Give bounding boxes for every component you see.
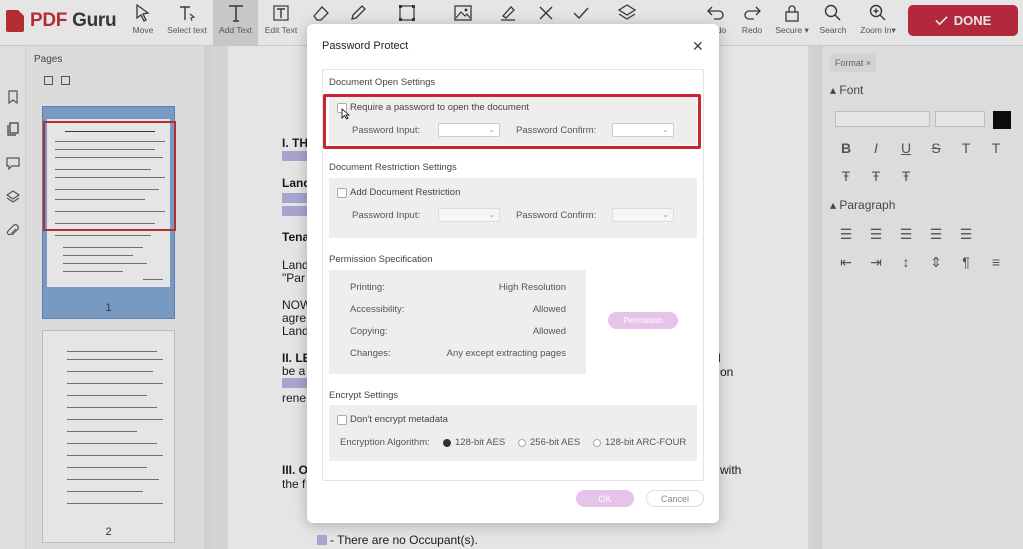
encrypt-settings-label: Encrypt Settings (329, 390, 399, 401)
aes256-radio[interactable] (518, 439, 526, 447)
chevron-down-icon: ⌄ (488, 210, 495, 219)
restriction-password-input[interactable]: ⌄ (438, 208, 500, 222)
permission-button-label: Permission (623, 316, 663, 325)
cancel-button[interactable]: Cancel (646, 490, 704, 507)
arcfour-radio[interactable] (593, 439, 601, 447)
password-protect-dialog: Password Protect ✕ Document Open Setting… (307, 24, 719, 523)
ok-label: OK (598, 493, 612, 504)
aes256-label: 256-bit AES (530, 437, 581, 448)
permission-row-value: Allowed (532, 326, 566, 337)
permission-row-name: Accessibility: (350, 304, 405, 315)
arcfour-label: 128-bit ARC-FOUR (605, 437, 687, 448)
ok-button[interactable]: OK (576, 490, 634, 507)
permission-row-value: Allowed (532, 304, 566, 315)
dont-encrypt-metadata-checkbox[interactable] (337, 415, 347, 425)
restriction-password-input-label: Password Input: (352, 210, 421, 221)
restriction-password-confirm-label: Password Confirm: (516, 210, 597, 221)
restriction-password-confirm-input[interactable]: ⌄ (612, 208, 674, 222)
dialog-title: Password Protect (322, 40, 409, 52)
permission-row-name: Copying: (350, 326, 388, 337)
highlight-frame (323, 94, 701, 149)
aes128-radio[interactable] (443, 439, 451, 447)
restriction-settings-label: Document Restriction Settings (329, 162, 457, 173)
encryption-algorithm-label: Encryption Algorithm: (340, 437, 430, 448)
permission-row-value: Any except extracting pages (446, 348, 566, 359)
cancel-label: Cancel (660, 493, 689, 504)
permission-row-value: High Resolution (498, 282, 566, 293)
aes128-label: 128-bit AES (455, 437, 506, 448)
permission-row-name: Changes: (350, 348, 391, 359)
add-restriction-label: Add Document Restriction (350, 187, 461, 198)
chevron-down-icon: ⌄ (662, 210, 669, 219)
open-settings-label: Document Open Settings (329, 77, 436, 88)
dont-encrypt-metadata-label: Don't encrypt metadata (350, 414, 448, 425)
add-restriction-checkbox[interactable] (337, 188, 347, 198)
permission-spec-label: Permission Specification (329, 254, 433, 265)
close-icon[interactable]: ✕ (692, 38, 704, 55)
permission-button[interactable]: Permission (608, 312, 678, 329)
permission-row-name: Printing: (350, 282, 385, 293)
